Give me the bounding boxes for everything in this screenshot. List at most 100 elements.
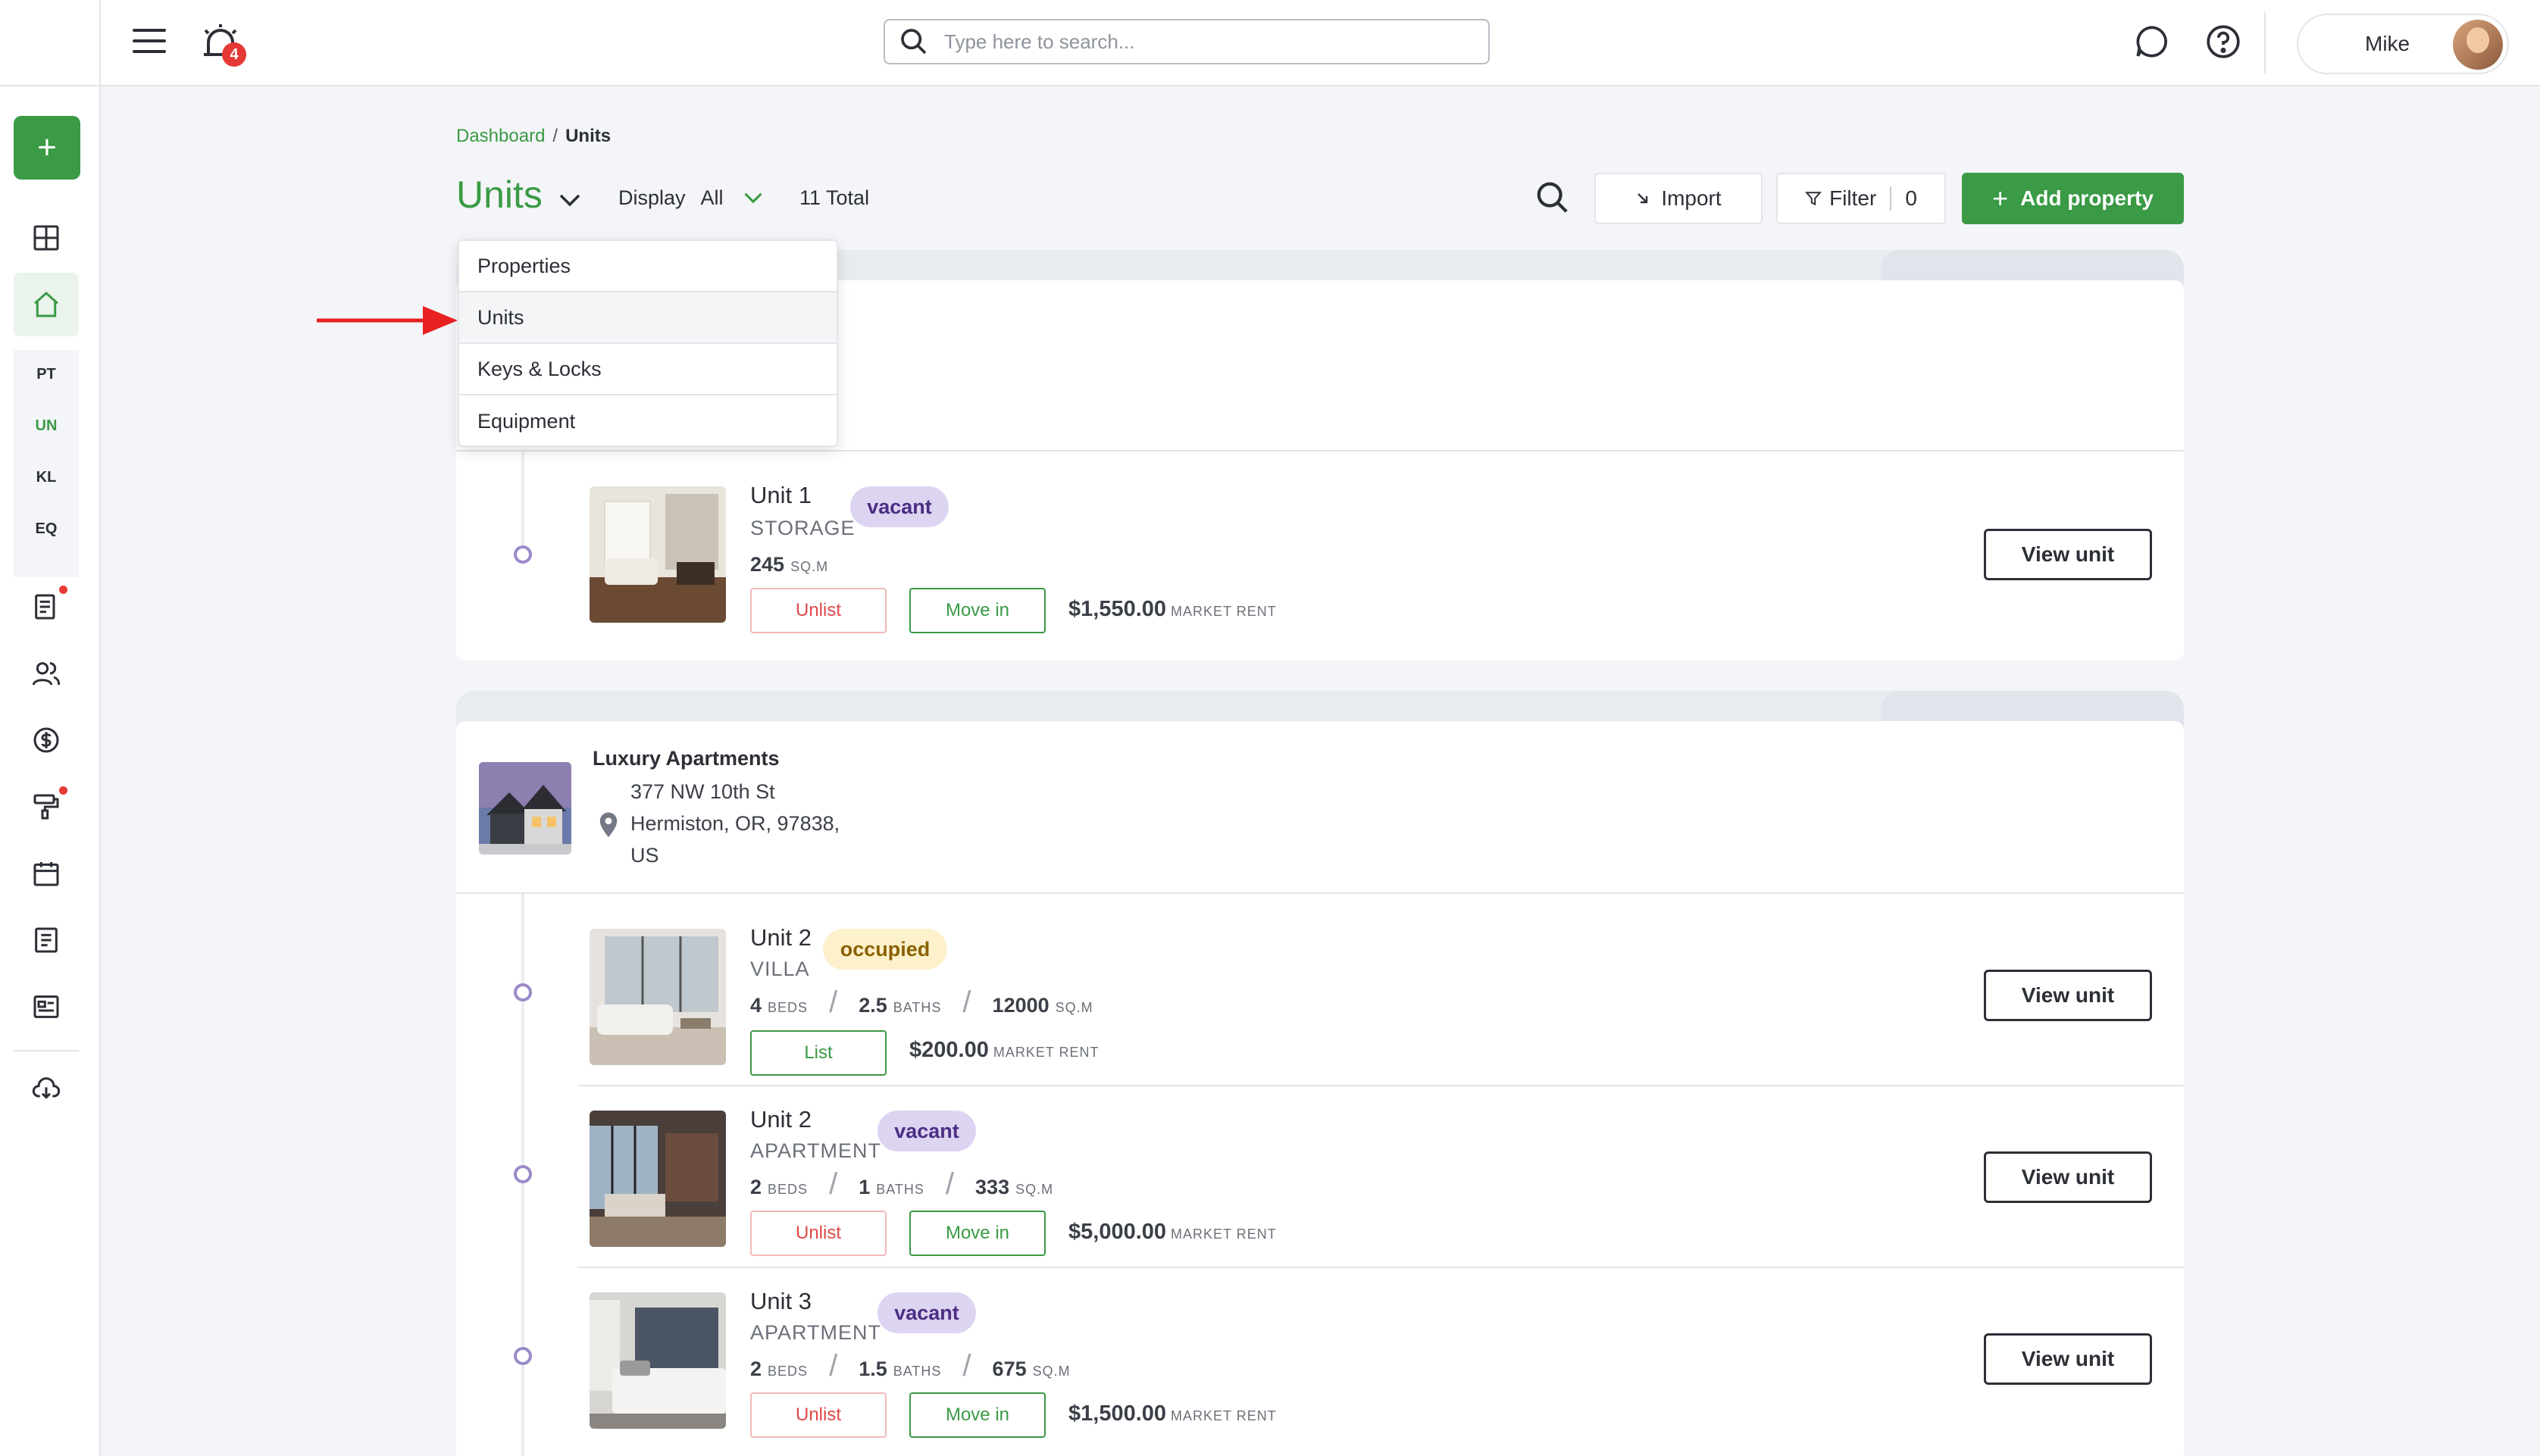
property-name[interactable]: Luxury Apartments	[593, 747, 780, 770]
import-button[interactable]: Import	[1594, 173, 1763, 224]
property-thumbnail[interactable]	[479, 762, 571, 855]
unit-name[interactable]: Unit 2	[750, 1106, 812, 1133]
sidebar-item-keys-locks[interactable]: KL	[14, 469, 79, 486]
timeline-dot	[514, 1165, 532, 1183]
address-line: US	[630, 844, 659, 867]
dropdown-item-keys-locks[interactable]: Keys & Locks	[459, 344, 837, 395]
global-search	[884, 19, 1490, 64]
chevron-down-icon[interactable]	[558, 192, 582, 208]
sidebar-submenu	[14, 350, 79, 577]
filter-divider	[1890, 186, 1892, 211]
total-count: 11 Total	[799, 186, 870, 209]
sqm-unit: SQ.M	[1055, 1000, 1093, 1015]
document-icon[interactable]	[21, 915, 71, 965]
import-label: Import	[1661, 186, 1722, 210]
unit-type: STORAGE	[750, 517, 856, 539]
row-divider	[577, 1267, 2184, 1268]
property-address: 377 NW 10th St Hermiston, OR, 97838, US	[630, 776, 840, 871]
add-property-button[interactable]: + Add property	[1962, 173, 2184, 224]
view-unit-button[interactable]: View unit	[1984, 1333, 2152, 1385]
chat-icon[interactable]	[2133, 23, 2171, 61]
dropdown-item-properties[interactable]: Properties	[459, 241, 837, 292]
baths-label: BATHS	[876, 1182, 924, 1197]
sidebar-item-equipment[interactable]: EQ	[14, 520, 79, 538]
unit-photo	[590, 1111, 726, 1247]
maintenance-alert-dot	[59, 786, 67, 795]
address-line: 377 NW 10th St	[630, 780, 775, 803]
filter-icon	[1805, 192, 1822, 206]
page-title-dropdown[interactable]: Units	[456, 173, 543, 217]
unit-stats: 245 SQ.M	[750, 553, 828, 576]
unit-baths: 1	[859, 1176, 871, 1198]
search-icon[interactable]	[1535, 180, 1570, 215]
search-icon	[901, 29, 927, 55]
unlist-button[interactable]: Unlist	[750, 1392, 887, 1438]
move-in-button[interactable]: Move in	[909, 1211, 1046, 1256]
quick-add-button[interactable]: +	[14, 116, 80, 180]
unit-thumbnail[interactable]	[590, 1292, 726, 1429]
user-menu[interactable]: Mike	[2297, 14, 2509, 74]
rent-amount: $1,500.00	[1068, 1401, 1167, 1426]
listing-icon[interactable]	[21, 982, 71, 1032]
notification-count-badge: 4	[222, 42, 246, 67]
sidebar-item-units[interactable]: UN	[14, 417, 79, 435]
home-icon[interactable]	[14, 273, 79, 336]
unit-thumbnail[interactable]	[590, 1111, 726, 1247]
unit-name[interactable]: Unit 3	[750, 1288, 812, 1315]
rent-amount: $1,550.00	[1068, 597, 1167, 621]
breadcrumb-current: Units	[565, 126, 612, 146]
move-in-button[interactable]: Move in	[909, 588, 1046, 633]
status-badge: vacant	[877, 1292, 976, 1333]
plus-icon: +	[1992, 183, 2009, 214]
display-filter[interactable]: Display All	[618, 186, 724, 210]
beds-label: BEDS	[768, 1000, 809, 1015]
dropdown-item-equipment[interactable]: Equipment	[459, 395, 837, 447]
unit-type: VILLA	[750, 958, 810, 980]
baths-label: BATHS	[893, 1364, 942, 1379]
calendar-icon[interactable]	[21, 848, 71, 898]
unit-type: APARTMENT	[750, 1139, 882, 1162]
dollar-icon[interactable]	[21, 715, 71, 765]
unit-thumbnail[interactable]	[590, 486, 726, 623]
timeline-line	[521, 451, 524, 555]
unit-beds: 4	[750, 994, 762, 1017]
sidebar-divider	[14, 1050, 79, 1051]
unlist-button[interactable]: Unlist	[750, 1211, 887, 1256]
unit-sqm: 333	[975, 1176, 1010, 1198]
move-in-button[interactable]: Move in	[909, 1392, 1046, 1438]
display-value: All	[700, 186, 724, 209]
unit-name[interactable]: Unit 1	[750, 482, 812, 509]
list-button[interactable]: List	[750, 1030, 887, 1076]
view-unit-button[interactable]: View unit	[1984, 529, 2152, 580]
status-badge: vacant	[850, 486, 949, 527]
avatar	[2453, 20, 2503, 70]
dropdown-item-units[interactable]: Units	[459, 292, 837, 344]
unit-baths: 2.5	[859, 994, 887, 1017]
market-rent: $5,000.00 MARKET RENT	[1068, 1220, 1277, 1245]
rent-label: MARKET RENT	[1171, 1226, 1277, 1242]
menu-icon[interactable]	[133, 26, 166, 56]
status-badge: vacant	[877, 1111, 976, 1151]
filter-button[interactable]: Filter 0	[1776, 173, 1946, 224]
unit-photo	[590, 1292, 726, 1429]
row-divider	[577, 1085, 2184, 1086]
unit-beds: 2	[750, 1358, 762, 1380]
unit-thumbnail[interactable]	[590, 929, 726, 1065]
view-unit-button[interactable]: View unit	[1984, 970, 2152, 1021]
rent-amount: $200.00	[909, 1038, 989, 1062]
cloud-download-icon[interactable]	[21, 1064, 71, 1114]
unit-sqm: 675	[992, 1358, 1027, 1380]
dashboard-icon[interactable]	[21, 213, 71, 263]
view-unit-button[interactable]: View unit	[1984, 1151, 2152, 1203]
import-arrow-icon	[1638, 193, 1648, 204]
breadcrumb-dashboard-link[interactable]: Dashboard	[456, 126, 545, 146]
timeline-dot	[514, 983, 532, 1001]
rent-amount: $5,000.00	[1068, 1220, 1167, 1244]
unlist-button[interactable]: Unlist	[750, 588, 887, 633]
display-chevron-icon[interactable]	[743, 191, 764, 205]
sidebar-item-properties[interactable]: PT	[14, 366, 79, 383]
help-icon[interactable]	[2204, 23, 2242, 61]
search-input[interactable]	[944, 30, 1459, 54]
people-icon[interactable]	[21, 648, 71, 698]
unit-name[interactable]: Unit 2	[750, 924, 812, 951]
